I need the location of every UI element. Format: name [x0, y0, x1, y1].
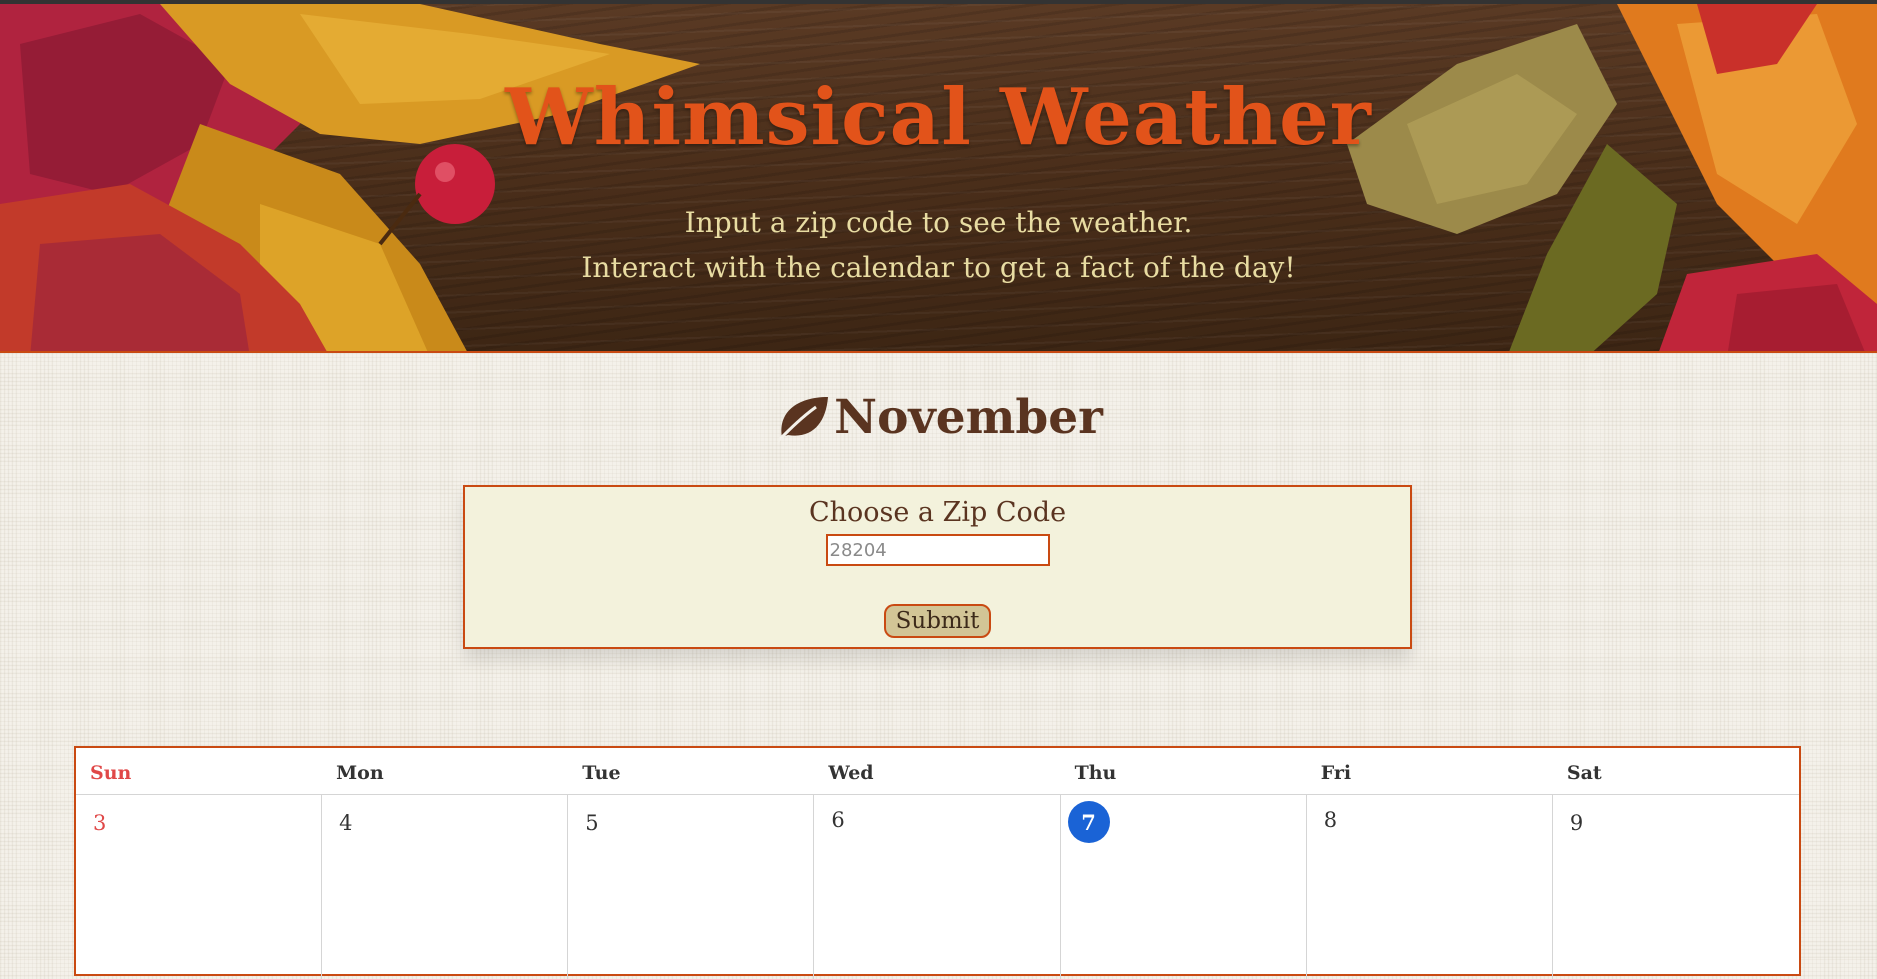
leaf-icon	[777, 396, 829, 442]
day-number: 9	[1569, 811, 1584, 835]
calendar-week-row: 3 4 5 6 7 8 9	[76, 795, 1799, 979]
today-day-number: 7	[1067, 801, 1110, 843]
autumn-leaves-left-decoration	[0, 4, 700, 351]
day-number: 4	[339, 811, 353, 835]
day-number: 8	[1323, 808, 1338, 832]
calendar: Sun Mon Tue Wed Thu Fri Sat 3 4 5 6 7 8 …	[74, 746, 1801, 979]
calendar-day-cell[interactable]: 4	[322, 795, 569, 979]
day-number: 6	[831, 808, 845, 832]
calendar-day-cell[interactable]: 6	[814, 795, 1061, 979]
calendar-day-cell[interactable]: 3	[76, 795, 323, 979]
weekday-thu: Thu	[1074, 762, 1117, 784]
day-number: 3	[93, 811, 107, 835]
calendar-day-cell-today[interactable]: 7	[1061, 795, 1307, 979]
submit-button[interactable]: Submit	[883, 604, 992, 638]
weekday-mon: Mon	[336, 762, 384, 784]
subtitle-line-1: Input a zip code to see the weather.	[684, 206, 1193, 239]
calendar-day-cell[interactable]: 9	[1553, 795, 1799, 979]
app-subtitle: Input a zip code to see the weather. Int…	[0, 200, 1877, 290]
zip-code-label: Choose a Zip Code	[808, 497, 1067, 528]
app-title: Whimsical Weather	[505, 72, 1372, 163]
weekday-sun: Sun	[90, 762, 132, 784]
month-heading: November	[0, 390, 1877, 445]
subtitle-line-2: Interact with the calendar to get a fact…	[581, 251, 1296, 284]
header-banner: Whimsical Weather Input a zip code to se…	[0, 0, 1877, 353]
calendar-day-cell[interactable]: 5	[568, 795, 815, 979]
weekday-wed: Wed	[828, 762, 874, 784]
zip-code-input[interactable]	[825, 534, 1050, 566]
calendar-weekday-header: Sun Mon Tue Wed Thu Fri Sat	[76, 748, 1799, 795]
day-number: 5	[585, 811, 599, 835]
autumn-leaves-right-decoration	[1347, 4, 1877, 351]
calendar-day-cell[interactable]: 8	[1307, 795, 1553, 979]
zip-code-form: Choose a Zip Code Submit	[463, 485, 1412, 649]
month-title: November	[834, 390, 1103, 445]
weekday-sat: Sat	[1566, 762, 1602, 784]
weekday-fri: Fri	[1320, 762, 1352, 784]
weekday-tue: Tue	[582, 762, 621, 784]
